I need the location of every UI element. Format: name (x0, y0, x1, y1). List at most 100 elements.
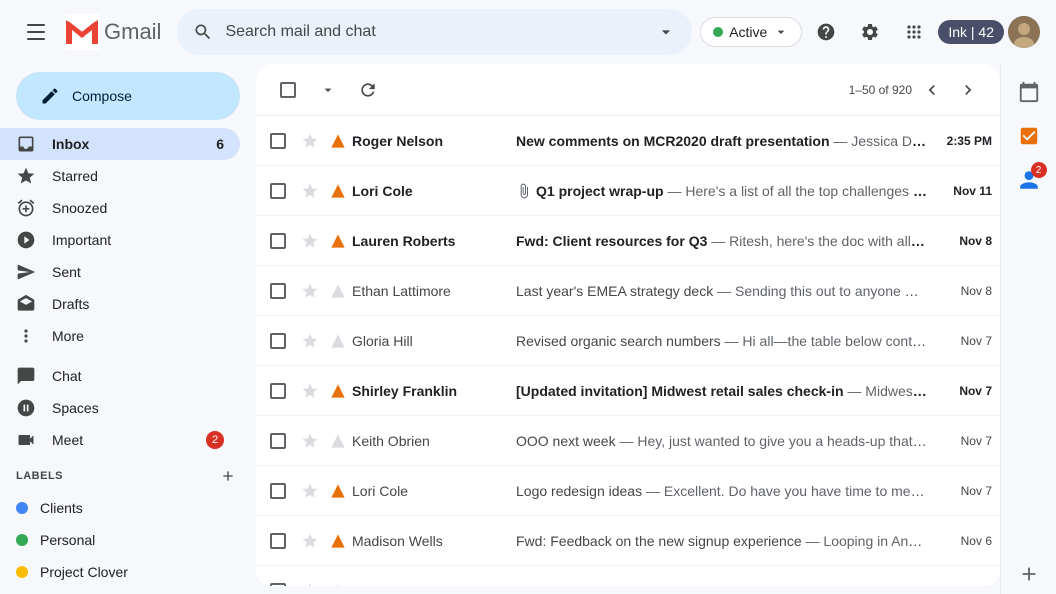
apps-icon (904, 22, 924, 42)
email-row[interactable]: Jeffrey Clark Town hall on the upcoming … (256, 566, 1000, 586)
label-item-project-dot[interactable]: Project Dot (0, 588, 240, 594)
star-button[interactable] (296, 532, 324, 550)
email-row[interactable]: Shirley Franklin [Updated invitation] Mi… (256, 366, 1000, 416)
sidebar-item-sent[interactable]: Sent (0, 256, 240, 288)
important-icon (330, 183, 346, 199)
more-icon (16, 326, 36, 346)
email-row[interactable]: Keith Obrien OOO next week — Hey, just w… (256, 416, 1000, 466)
row-checkbox[interactable] (264, 133, 292, 149)
star-button[interactable] (296, 132, 324, 150)
label-item-project-clover[interactable]: Project Clover (0, 556, 240, 588)
email-subject: New comments on MCR2020 draft presentati… (516, 133, 830, 149)
email-row[interactable]: Lauren Roberts Fwd: Client resources for… (256, 216, 1000, 266)
search-bar[interactable]: Search mail and chat (177, 9, 692, 55)
sidebar-item-snoozed[interactable]: Snoozed (0, 192, 240, 224)
sender-name: Lauren Roberts (352, 233, 512, 249)
email-row[interactable]: Gloria Hill Revised organic search numbe… (256, 316, 1000, 366)
row-checkbox[interactable] (264, 183, 292, 199)
active-label: Active (729, 24, 767, 40)
prev-page-button[interactable] (916, 74, 948, 106)
star-button[interactable] (296, 582, 324, 587)
compose-label: Compose (72, 88, 132, 104)
label-item-clients[interactable]: Clients (0, 492, 240, 524)
row-checkbox[interactable] (264, 383, 292, 399)
email-row[interactable]: Madison Wells Fwd: Feedback on the new s… (256, 516, 1000, 566)
account-badge[interactable]: Ink | 42 (938, 20, 1004, 44)
important-marker[interactable] (328, 583, 348, 587)
sidebar-item-drafts[interactable]: Drafts (0, 288, 240, 320)
gmail-m-icon (64, 14, 100, 50)
meet-icon (16, 430, 36, 450)
email-snippet: — Hey, just wanted to give you a heads-u… (619, 433, 928, 449)
important-marker[interactable] (328, 233, 348, 249)
label-dot (16, 566, 28, 578)
next-page-button[interactable] (952, 74, 984, 106)
panel-contacts-button[interactable]: 2 (1009, 160, 1049, 200)
topbar: Gmail Search mail and chat Active (0, 0, 1056, 64)
chat-label: Chat (52, 368, 82, 384)
refresh-button[interactable] (352, 74, 384, 106)
select-all-checkbox[interactable] (272, 74, 304, 106)
star-button[interactable] (296, 382, 324, 400)
star-icon (301, 482, 319, 500)
important-marker[interactable] (328, 333, 348, 349)
email-row[interactable]: Roger Nelson New comments on MCR2020 dra… (256, 116, 1000, 166)
sidebar-item-label: Sent (52, 264, 81, 280)
sidebar-item-inbox[interactable]: Inbox 6 (0, 128, 240, 160)
refresh-icon (358, 80, 378, 100)
settings-icon (860, 22, 880, 42)
email-row[interactable]: Lori Cole Q1 project wrap-up — Here's a … (256, 166, 1000, 216)
important-marker[interactable] (328, 533, 348, 549)
select-all-cb[interactable] (280, 82, 296, 98)
help-button[interactable] (806, 12, 846, 52)
search-dropdown-icon[interactable] (656, 22, 676, 42)
email-row[interactable]: Lori Cole Logo redesign ideas — Excellen… (256, 466, 1000, 516)
select-dropdown-button[interactable] (312, 74, 344, 106)
row-checkbox[interactable] (264, 483, 292, 499)
email-row[interactable]: Ethan Lattimore Last year's EMEA strateg… (256, 266, 1000, 316)
star-button[interactable] (296, 432, 324, 450)
star-button[interactable] (296, 332, 324, 350)
sidebar-item-important[interactable]: Important (0, 224, 240, 256)
row-checkbox[interactable] (264, 283, 292, 299)
spaces-label: Spaces (52, 400, 99, 416)
panel-calendar-button[interactable] (1009, 72, 1049, 112)
row-checkbox[interactable] (264, 533, 292, 549)
sidebar-item-spaces[interactable]: Spaces (0, 392, 240, 424)
important-marker[interactable] (328, 183, 348, 199)
star-button[interactable] (296, 182, 324, 200)
panel-expand-button[interactable] (1009, 554, 1049, 594)
add-label-button[interactable] (216, 464, 240, 488)
active-status-button[interactable]: Active (700, 17, 802, 47)
star-button[interactable] (296, 482, 324, 500)
search-icon (193, 22, 213, 42)
important-marker[interactable] (328, 283, 348, 299)
label-item-personal[interactable]: Personal (0, 524, 240, 556)
menu-button[interactable] (16, 12, 56, 52)
avatar[interactable] (1008, 16, 1040, 48)
row-checkbox[interactable] (264, 233, 292, 249)
label-dot (16, 534, 28, 546)
panel-tasks-button[interactable] (1009, 116, 1049, 156)
settings-button[interactable] (850, 12, 890, 52)
apps-button[interactable] (894, 12, 934, 52)
sidebar-item-chat[interactable]: Chat (0, 360, 240, 392)
search-input[interactable]: Search mail and chat (225, 23, 644, 41)
sidebar-item-meet[interactable]: Meet 2 (0, 424, 240, 456)
star-button[interactable] (296, 282, 324, 300)
labels-header-text: Labels (16, 470, 63, 482)
sidebar-item-starred[interactable]: Starred (0, 160, 240, 192)
label-name: Project Clover (40, 564, 128, 580)
important-marker[interactable] (328, 433, 348, 449)
sidebar-item-more[interactable]: More (0, 320, 240, 352)
row-checkbox[interactable] (264, 433, 292, 449)
row-checkbox[interactable] (264, 333, 292, 349)
important-marker[interactable] (328, 483, 348, 499)
star-button[interactable] (296, 232, 324, 250)
important-marker[interactable] (328, 133, 348, 149)
email-list: Roger Nelson New comments on MCR2020 dra… (256, 116, 1000, 586)
email-time: Nov 6 (932, 534, 992, 548)
important-marker[interactable] (328, 383, 348, 399)
row-checkbox[interactable] (264, 583, 292, 587)
compose-button[interactable]: Compose (16, 72, 240, 120)
